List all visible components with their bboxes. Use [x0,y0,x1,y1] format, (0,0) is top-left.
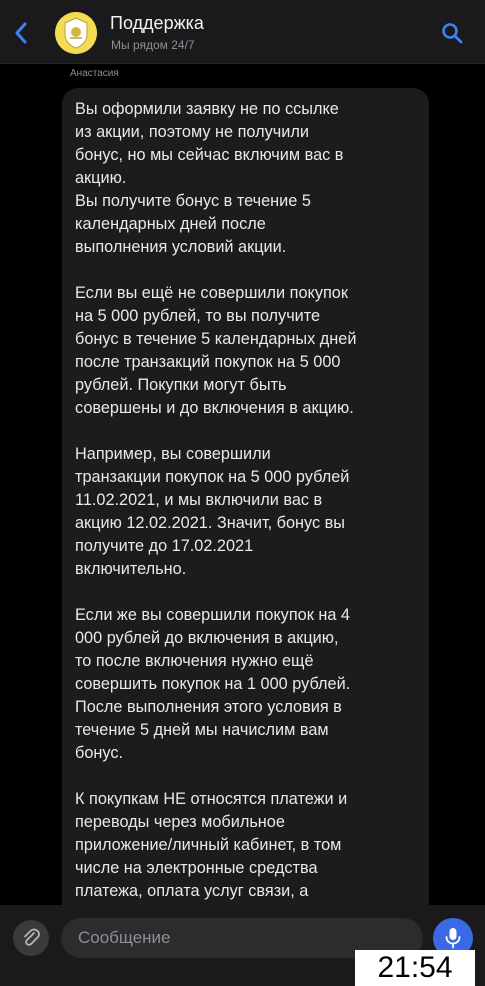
microphone-icon [445,928,461,949]
bank-logo-icon [55,12,97,54]
message-paragraph: Например, вы совершили транзакции покупо… [75,445,350,578]
search-button[interactable] [437,18,467,48]
search-icon [442,23,463,44]
message-paragraph: Вы оформили заявку не по ссылке из акции… [75,100,344,256]
back-button[interactable] [6,18,36,48]
paperclip-icon [24,928,40,946]
sender-name: Анастасия [70,68,119,79]
chat-subtitle: Мы рядом 24/7 [111,38,195,52]
support-avatar[interactable] [55,12,97,54]
message-list[interactable]: Анастасия Вы оформили заявку не по ссылк… [0,65,485,905]
chevron-left-icon [15,22,27,44]
chat-header: Поддержка Мы рядом 24/7 [0,0,485,64]
chat-title: Поддержка [110,13,204,33]
time-overlay: 21:54 [355,950,475,986]
attach-button[interactable] [13,920,49,956]
message-paragraph: Если же вы совершили покупок на 4 000 ру… [75,606,351,762]
message-paragraph: К покупкам НЕ относятся платежи и перево… [75,790,348,900]
message-bubble[interactable]: Вы оформили заявку не по ссылке из акции… [62,88,429,905]
message-paragraph: Если вы ещё не совершили покупок на 5 00… [75,284,357,417]
